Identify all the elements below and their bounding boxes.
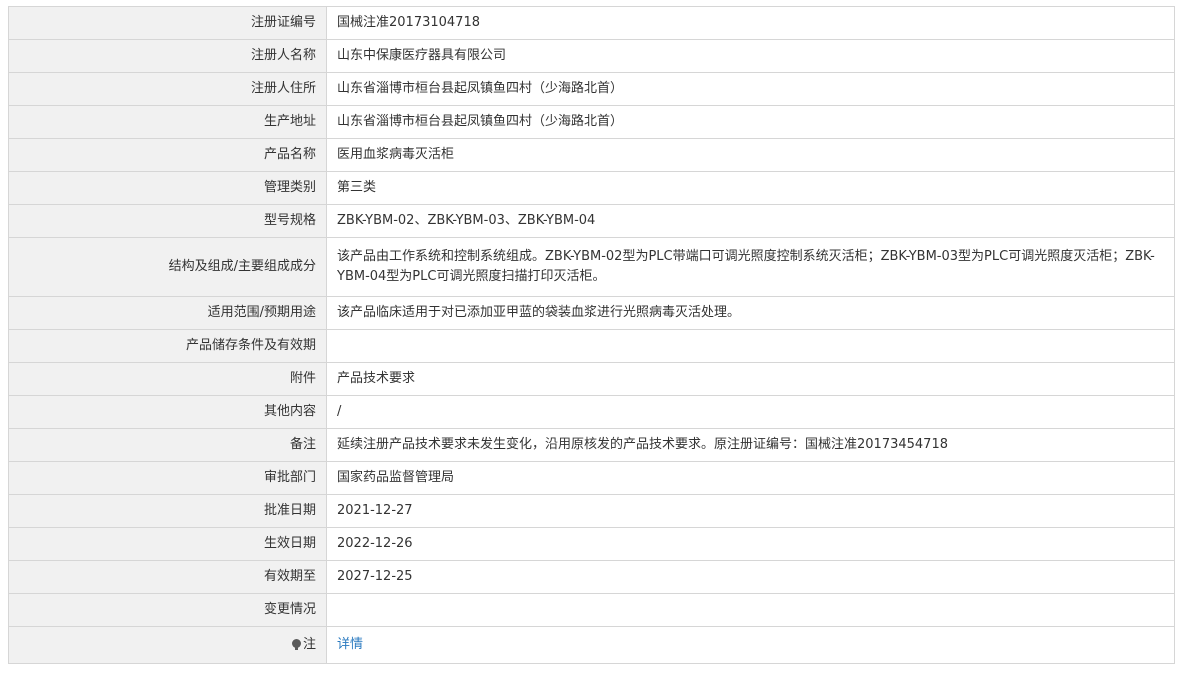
- label-approval-department: 审批部门: [8, 461, 327, 495]
- value-effective-date: 2022-12-26: [326, 527, 1175, 561]
- row-intended-use: 适用范围/预期用途 该产品临床适用于对已添加亚甲蓝的袋装血浆进行光照病毒灭活处理…: [8, 296, 1175, 330]
- row-product-name: 产品名称 医用血浆病毒灭活柜: [8, 138, 1175, 172]
- label-production-address: 生产地址: [8, 105, 327, 139]
- label-other-content: 其他内容: [8, 395, 327, 429]
- label-management-category: 管理类别: [8, 171, 327, 205]
- value-change-status: [326, 593, 1175, 627]
- value-valid-until: 2027-12-25: [326, 560, 1175, 594]
- value-storage-validity: [326, 329, 1175, 363]
- label-remarks: 备注: [8, 428, 327, 462]
- value-remarks: 延续注册产品技术要求未发生变化，沿用原核发的产品技术要求。原注册证编号：国械注准…: [326, 428, 1175, 462]
- value-production-address: 山东省淄博市桓台县起凤镇鱼四村（少海路北首）: [326, 105, 1175, 139]
- row-approval-department: 审批部门 国家药品监督管理局: [8, 461, 1175, 495]
- label-registrant-name: 注册人名称: [8, 39, 327, 73]
- row-change-status: 变更情况: [8, 593, 1175, 627]
- row-remarks: 备注 延续注册产品技术要求未发生变化，沿用原核发的产品技术要求。原注册证编号：国…: [8, 428, 1175, 462]
- details-link[interactable]: 详情: [337, 637, 363, 652]
- value-structure-composition: 该产品由工作系统和控制系统组成。ZBK-YBM-02型为PLC带端口可调光照度控…: [326, 237, 1175, 297]
- row-storage-validity: 产品储存条件及有效期: [8, 329, 1175, 363]
- row-effective-date: 生效日期 2022-12-26: [8, 527, 1175, 561]
- value-product-name: 医用血浆病毒灭活柜: [326, 138, 1175, 172]
- label-registration-number: 注册证编号: [8, 6, 327, 40]
- row-structure-composition: 结构及组成/主要组成成分 该产品由工作系统和控制系统组成。ZBK-YBM-02型…: [8, 237, 1175, 297]
- value-registration-number: 国械注准20173104718: [326, 6, 1175, 40]
- row-other-content: 其他内容 /: [8, 395, 1175, 429]
- value-registrant-address: 山东省淄博市桓台县起凤镇鱼四村（少海路北首）: [326, 72, 1175, 106]
- label-model-spec: 型号规格: [8, 204, 327, 238]
- value-note: 详情: [326, 626, 1175, 664]
- row-approval-date: 批准日期 2021-12-27: [8, 494, 1175, 528]
- value-approval-date: 2021-12-27: [326, 494, 1175, 528]
- row-valid-until: 有效期至 2027-12-25: [8, 560, 1175, 594]
- row-attachment: 附件 产品技术要求: [8, 362, 1175, 396]
- note-label: 注: [302, 637, 316, 652]
- registration-detail-table: 注册证编号 国械注准20173104718 注册人名称 山东中保康医疗器具有限公…: [8, 6, 1175, 664]
- label-change-status: 变更情况: [8, 593, 327, 627]
- value-approval-department: 国家药品监督管理局: [326, 461, 1175, 495]
- row-production-address: 生产地址 山东省淄博市桓台县起凤镇鱼四村（少海路北首）: [8, 105, 1175, 139]
- row-registrant-name: 注册人名称 山东中保康医疗器具有限公司: [8, 39, 1175, 73]
- label-intended-use: 适用范围/预期用途: [8, 296, 327, 330]
- row-registrant-address: 注册人住所 山东省淄博市桓台县起凤镇鱼四村（少海路北首）: [8, 72, 1175, 106]
- label-structure-composition: 结构及组成/主要组成成分: [8, 237, 327, 297]
- row-registration-number: 注册证编号 国械注准20173104718: [8, 6, 1175, 40]
- lightbulb-icon: [291, 639, 301, 650]
- value-other-content: /: [326, 395, 1175, 429]
- row-management-category: 管理类别 第三类: [8, 171, 1175, 205]
- label-product-name: 产品名称: [8, 138, 327, 172]
- label-attachment: 附件: [8, 362, 327, 396]
- value-model-spec: ZBK-YBM-02、ZBK-YBM-03、ZBK-YBM-04: [326, 204, 1175, 238]
- value-intended-use: 该产品临床适用于对已添加亚甲蓝的袋装血浆进行光照病毒灭活处理。: [326, 296, 1175, 330]
- value-management-category: 第三类: [326, 171, 1175, 205]
- row-note: 注 详情: [8, 626, 1175, 664]
- label-note: 注: [8, 626, 327, 664]
- label-registrant-address: 注册人住所: [8, 72, 327, 106]
- row-model-spec: 型号规格 ZBK-YBM-02、ZBK-YBM-03、ZBK-YBM-04: [8, 204, 1175, 238]
- label-storage-validity: 产品储存条件及有效期: [8, 329, 327, 363]
- label-valid-until: 有效期至: [8, 560, 327, 594]
- value-attachment: 产品技术要求: [326, 362, 1175, 396]
- value-registrant-name: 山东中保康医疗器具有限公司: [326, 39, 1175, 73]
- label-effective-date: 生效日期: [8, 527, 327, 561]
- label-approval-date: 批准日期: [8, 494, 327, 528]
- registration-detail-panel: 注册证编号 国械注准20173104718 注册人名称 山东中保康医疗器具有限公…: [8, 6, 1175, 664]
